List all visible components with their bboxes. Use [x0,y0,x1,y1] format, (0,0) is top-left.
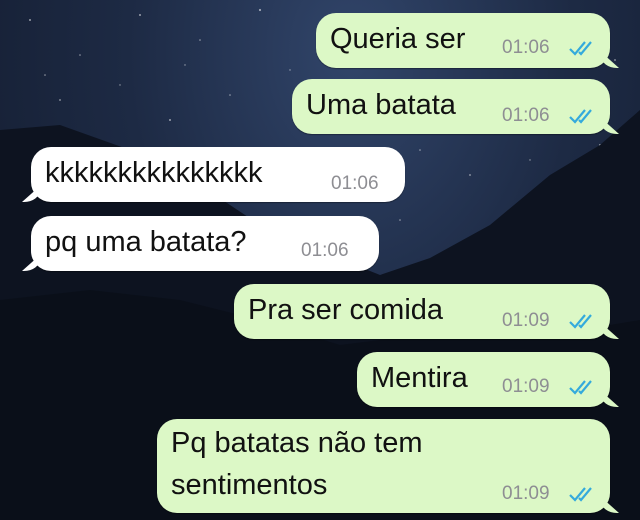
message-text-line: Pq batatas não tem [171,427,423,459]
double-check-icon [569,314,592,329]
message-timestamp: 01:06 [301,240,349,261]
double-check-icon [569,487,592,502]
message-bubble-outgoing[interactable]: Mentira 01:09 [357,352,610,407]
message-timestamp: 01:09 [502,376,550,397]
double-check-icon [569,41,592,56]
message-bubble-incoming[interactable]: pq uma batata? 01:06 [31,216,379,271]
message-bubble-outgoing[interactable]: Pq batatas não tem sentimentos 01:09 [157,419,610,513]
message-bubble-incoming[interactable]: kkkkkkkkkkkkkkk 01:06 [31,147,405,202]
double-check-icon [569,380,592,395]
message-timestamp: 01:06 [502,105,550,126]
message-text: Pra ser comida [248,294,444,326]
message-bubble-outgoing[interactable]: Queria ser 01:06 [316,13,610,68]
message-text: kkkkkkkkkkkkkkk [45,157,263,189]
message-text-line: sentimentos [171,469,328,501]
message-text: Mentira [371,362,468,394]
double-check-icon [569,109,592,124]
message-text: Queria ser [330,23,466,55]
message-timestamp: 01:06 [502,37,550,58]
message-bubble-outgoing[interactable]: Uma batata 01:06 [292,79,610,134]
message-timestamp: 01:06 [331,173,379,194]
message-timestamp: 01:09 [502,483,550,504]
message-text: pq uma batata? [45,226,247,258]
message-timestamp: 01:09 [502,310,550,331]
message-bubble-outgoing[interactable]: Pra ser comida 01:09 [234,284,610,339]
message-text: Uma batata [306,89,456,121]
